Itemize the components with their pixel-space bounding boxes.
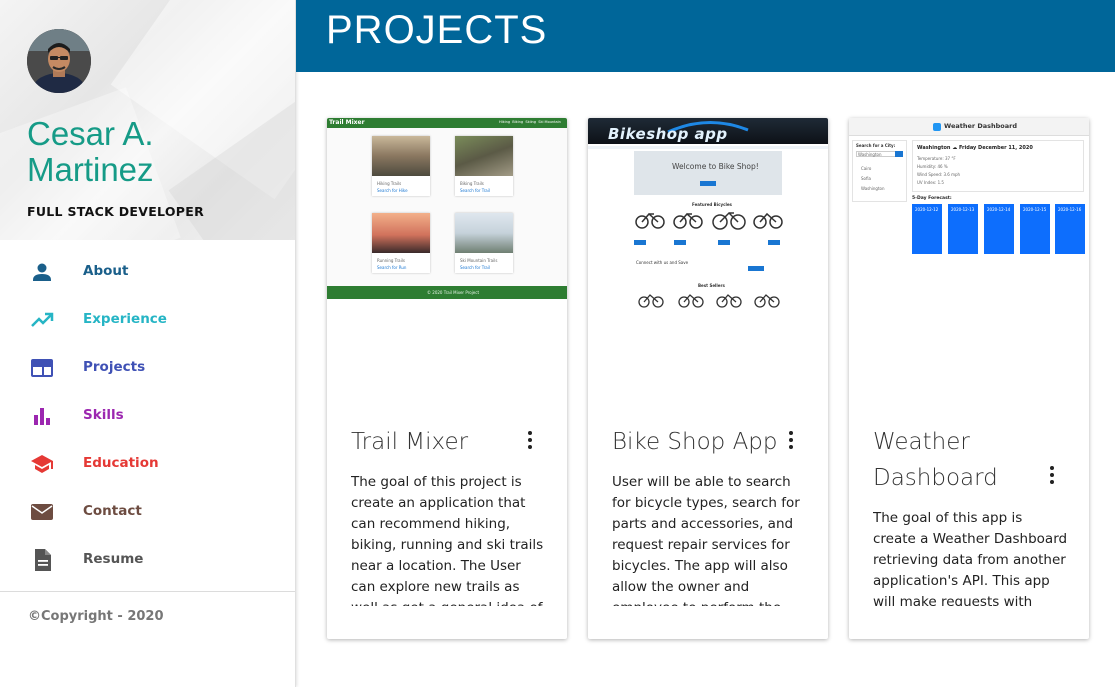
preview-app-name: Trail Mixer <box>329 119 365 126</box>
page-title: PROJECTS <box>326 8 548 52</box>
project-title: Bike Shop App <box>612 429 778 455</box>
project-card-weather-dashboard: Weather Dashboard Search for a City: Was… <box>849 118 1089 639</box>
document-icon <box>35 549 51 571</box>
person-icon <box>33 263 51 281</box>
sidebar-item-label: About <box>83 263 129 279</box>
mail-icon <box>31 504 53 520</box>
sidebar-item-label: Projects <box>83 359 146 375</box>
divider <box>0 591 295 592</box>
sidebar-nav: About Experience Projects Skills Educati… <box>0 248 295 584</box>
more-vert-icon[interactable] <box>779 428 803 452</box>
sidebar-item-label: Education <box>83 455 159 471</box>
preview-app-name: Weather Dashboard <box>944 122 1017 130</box>
bar-chart-icon <box>34 408 50 425</box>
preview-welcome: Welcome to Bike Shop! <box>672 162 759 171</box>
sidebar-item-label: Resume <box>83 551 144 567</box>
sidebar-item-resume[interactable]: Resume <box>0 536 295 584</box>
project-title: Weather Dashboard <box>873 429 998 491</box>
page-header: PROJECTS <box>296 0 1115 72</box>
profile-role: FULL STACK DEVELOPER <box>27 204 205 219</box>
sidebar-item-label: Skills <box>83 407 124 423</box>
web-layout-icon <box>31 359 53 377</box>
sidebar-item-contact[interactable]: Contact <box>0 488 295 536</box>
sidebar-item-projects[interactable]: Projects <box>0 344 295 392</box>
more-vert-icon[interactable] <box>518 428 542 452</box>
sidebar-item-education[interactable]: Education <box>0 440 295 488</box>
sidebar-item-label: Experience <box>83 311 167 327</box>
profile-header: Cesar A. Martinez FULL STACK DEVELOPER <box>0 0 295 240</box>
project-title: Trail Mixer <box>351 429 469 455</box>
graduation-cap-icon <box>31 455 53 473</box>
preview-banner: Bikeshop app <box>608 125 728 143</box>
project-screenshot[interactable]: Weather Dashboard Search for a City: Was… <box>849 118 1089 308</box>
profile-name: Cesar A. Martinez <box>27 115 154 188</box>
project-description: User will be able to search for bicycle … <box>612 474 800 606</box>
project-description: The goal of this project is create an ap… <box>351 474 544 606</box>
project-screenshot[interactable]: Trail Mixer Hiking Biking Skiing Ski Mou… <box>327 118 567 308</box>
avatar <box>27 29 91 93</box>
preview-tile-label: Hiking Trails <box>377 181 402 186</box>
copyright: ©Copyright - 2020 <box>28 609 164 624</box>
sidebar-item-about[interactable]: About <box>0 248 295 296</box>
sidebar-item-experience[interactable]: Experience <box>0 296 295 344</box>
sidebar-item-skills[interactable]: Skills <box>0 392 295 440</box>
project-card-bike-shop: Bikeshop app Welcome to Bike Shop! Featu… <box>588 118 828 639</box>
preview-nav: Hiking Biking Skiing Ski Mountain <box>499 120 561 124</box>
sidebar-item-label: Contact <box>83 503 142 519</box>
more-vert-icon[interactable] <box>1040 463 1064 487</box>
project-screenshot[interactable]: Bikeshop app Welcome to Bike Shop! Featu… <box>588 118 828 308</box>
sidebar: Cesar A. Martinez FULL STACK DEVELOPER A… <box>0 0 296 687</box>
trending-up-icon <box>31 312 54 327</box>
project-card-trail-mixer: Trail Mixer Hiking Biking Skiing Ski Mou… <box>327 118 567 639</box>
project-description: The goal of this app is create a Weather… <box>873 510 1068 606</box>
